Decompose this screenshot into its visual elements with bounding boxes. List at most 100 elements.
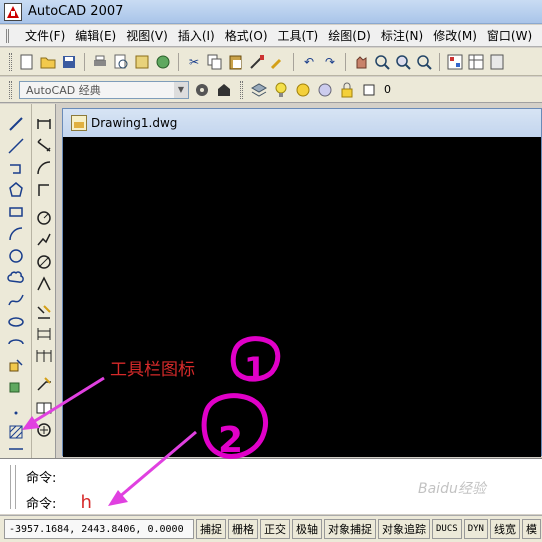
properties-icon[interactable] [446, 53, 464, 71]
design-center-icon[interactable] [467, 53, 485, 71]
diameter-dimension-icon[interactable] [34, 252, 54, 272]
block-editor-icon[interactable] [269, 53, 287, 71]
layer-manager-icon[interactable] [250, 81, 268, 99]
command-input-text[interactable]: h [81, 492, 92, 513]
make-block-icon[interactable] [6, 378, 26, 398]
ducs-toggle[interactable]: DUCS [432, 519, 462, 539]
toolbar-grip[interactable] [9, 80, 12, 99]
menu-dimension[interactable]: 标注(N) [376, 27, 428, 44]
workspace-select[interactable]: AutoCAD 经典 ▼ [19, 80, 189, 99]
color-swatch-icon[interactable] [360, 81, 378, 99]
menu-insert[interactable]: 插入(I) [173, 27, 220, 44]
arc-icon[interactable] [6, 224, 26, 244]
command-history-line: 命令: [26, 467, 56, 486]
print-preview-icon[interactable] [112, 53, 130, 71]
redo-icon[interactable]: ↷ [321, 53, 339, 71]
ellipse-arc-icon[interactable] [6, 334, 26, 354]
polar-toggle[interactable]: 极轴 [292, 519, 322, 539]
match-properties-icon[interactable] [248, 53, 266, 71]
toolbar-grip[interactable] [240, 80, 243, 99]
ortho-toggle[interactable]: 正交 [260, 519, 290, 539]
arc-length-icon[interactable] [34, 158, 54, 178]
insert-block-icon[interactable] [6, 356, 26, 376]
pan-icon[interactable] [352, 53, 370, 71]
toolbar-separator [178, 52, 179, 71]
globe-icon[interactable] [154, 53, 172, 71]
ellipse-icon[interactable] [6, 312, 26, 332]
cut-icon[interactable]: ✂ [185, 53, 203, 71]
menu-view[interactable]: 视图(V) [121, 27, 173, 44]
snap-toggle[interactable]: 捕捉 [196, 519, 226, 539]
polyline-icon[interactable] [6, 158, 26, 178]
linear-dimension-icon[interactable] [34, 114, 54, 134]
workspace-save-icon[interactable] [215, 81, 233, 99]
menu-edit[interactable]: 编辑(E) [70, 27, 121, 44]
tool-palettes-icon[interactable] [488, 53, 506, 71]
menu-tools[interactable]: 工具(T) [273, 27, 324, 44]
osnap-toggle[interactable]: 对象捕捉 [324, 519, 376, 539]
current-layer-name: 0 [384, 83, 391, 96]
menu-window[interactable]: 窗口(W) [482, 27, 537, 44]
tolerance-icon[interactable] [34, 398, 54, 418]
menu-format[interactable]: 格式(O) [220, 27, 273, 44]
open-file-icon[interactable] [39, 53, 57, 71]
document-menu-icon[interactable] [6, 28, 16, 43]
sun-freeze-icon[interactable] [294, 81, 312, 99]
angular-dimension-icon[interactable] [34, 274, 54, 294]
menu-draw[interactable]: 绘图(D) [323, 27, 376, 44]
workspace-layer-toolbar: AutoCAD 经典 ▼ 0 [0, 77, 542, 103]
lineweight-toggle[interactable]: 线宽 [489, 519, 520, 539]
circle-icon[interactable] [6, 246, 26, 266]
toolbar-separator [293, 52, 294, 71]
layer-color-icon[interactable] [316, 81, 334, 99]
command-input-line[interactable]: 命令: h [26, 492, 92, 513]
model-toggle[interactable]: 模 [521, 519, 541, 539]
center-mark-icon[interactable] [34, 420, 54, 440]
copy-icon[interactable] [206, 53, 224, 71]
grid-toggle[interactable]: 栅格 [228, 519, 258, 539]
baseline-dimension-icon[interactable] [34, 324, 54, 344]
new-file-icon[interactable] [18, 53, 36, 71]
spline-icon[interactable] [6, 290, 26, 310]
toolbar-separator [345, 52, 346, 71]
otrack-toggle[interactable]: 对象追踪 [378, 519, 430, 539]
publish-icon[interactable] [133, 53, 151, 71]
construction-line-icon[interactable] [6, 136, 26, 156]
polygon-icon[interactable] [6, 180, 26, 200]
save-icon[interactable] [60, 53, 78, 71]
quick-leader-icon[interactable] [34, 374, 54, 394]
jogged-dimension-icon[interactable] [34, 230, 54, 250]
toolbar-grip[interactable] [9, 52, 12, 71]
hatch-icon[interactable] [6, 422, 26, 442]
rectangle-icon[interactable] [6, 202, 26, 222]
revision-cloud-icon[interactable] [6, 268, 26, 288]
drawing-title-bar[interactable]: Drawing1.dwg [63, 109, 541, 137]
radius-dimension-icon[interactable] [34, 208, 54, 228]
menu-modify[interactable]: 修改(M) [428, 27, 482, 44]
dimension-toolbar [32, 104, 56, 458]
coordinates-display[interactable]: -3957.1684, 2443.8406, 0.0000 [4, 519, 194, 539]
status-bar: -3957.1684, 2443.8406, 0.0000 捕捉 栅格 正交 极… [0, 515, 542, 542]
toolbar-separator [439, 52, 440, 71]
command-window-handle[interactable] [10, 465, 16, 509]
line-icon[interactable] [6, 114, 26, 134]
drawing-canvas[interactable] [63, 137, 541, 457]
ordinate-dimension-icon[interactable] [34, 180, 54, 200]
print-icon[interactable] [91, 53, 109, 71]
continue-dimension-icon[interactable] [34, 346, 54, 366]
menu-file[interactable]: 文件(F) [20, 27, 70, 44]
workspace-settings-icon[interactable] [193, 81, 211, 99]
aligned-dimension-icon[interactable] [34, 136, 54, 156]
undo-icon[interactable]: ↶ [300, 53, 318, 71]
zoom-realtime-icon[interactable] [373, 53, 391, 71]
zoom-window-icon[interactable] [394, 53, 412, 71]
paste-icon[interactable] [227, 53, 245, 71]
dyn-toggle[interactable]: DYN [463, 519, 488, 539]
zoom-previous-icon[interactable] [415, 53, 433, 71]
quick-dimension-icon[interactable] [34, 302, 54, 322]
chevron-down-icon[interactable]: ▼ [174, 81, 188, 98]
layer-lock-icon[interactable] [338, 81, 356, 99]
menu-bar: 文件(F) 编辑(E) 视图(V) 插入(I) 格式(O) 工具(T) 绘图(D… [0, 25, 542, 47]
point-icon[interactable] [6, 400, 26, 420]
lightbulb-icon[interactable] [272, 81, 290, 99]
